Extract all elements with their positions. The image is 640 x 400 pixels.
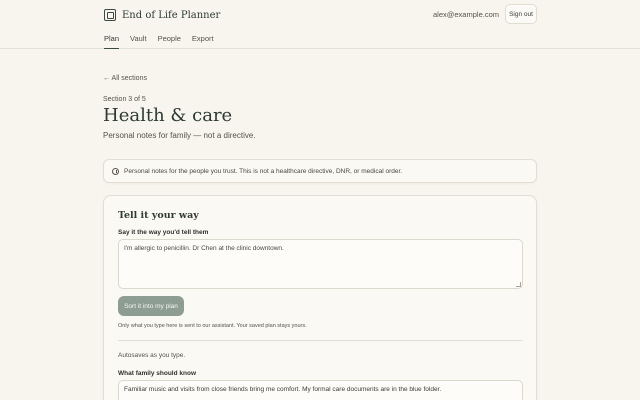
tab-vault[interactable]: Vault (130, 34, 147, 49)
section-progress: Section 3 of 5 (103, 96, 146, 103)
brand[interactable]: End of Life Planner (104, 7, 220, 23)
tab-plan[interactable]: Plan (104, 34, 120, 49)
family-should-know-label: What family should know (118, 370, 197, 377)
disclaimer-notice: Personal notes for the people you trust.… (103, 159, 537, 183)
page-subtitle: Personal notes for family — not a direct… (103, 131, 256, 140)
divider (118, 340, 523, 341)
resize-handle[interactable] (516, 282, 521, 287)
card-title: Tell it your way (118, 210, 199, 221)
notice-text: Personal notes for the people you trust.… (124, 167, 403, 175)
planner-logo-icon (104, 9, 116, 21)
tab-people[interactable]: People (158, 34, 181, 49)
sort-into-plan-button[interactable]: Sort it into my plan (118, 296, 184, 316)
account-email: alex@example.com (433, 10, 499, 19)
say-it-textarea[interactable]: I'm allergic to penicillin. Dr Chen at t… (118, 239, 523, 289)
top-bar: End of Life Planner alex@example.com Sig… (0, 0, 640, 49)
tab-export[interactable]: Export (192, 34, 214, 49)
say-it-label: Say it the way you'd tell them (118, 229, 209, 236)
all-sections-link[interactable]: ← All sections (103, 75, 147, 82)
info-icon (112, 167, 119, 175)
autosave-status: Autosaves as you type. (118, 352, 186, 359)
privacy-note: Only what you type here is sent to our a… (118, 323, 307, 329)
main-nav: Plan Vault People Export (104, 34, 225, 49)
family-should-know-field[interactable]: Familiar music and visits from close fri… (118, 380, 523, 400)
sign-out-button[interactable]: Sign out (505, 4, 537, 24)
app-title: End of Life Planner (122, 9, 221, 21)
page-title: Health & care (103, 105, 233, 126)
tell-it-card: Tell it your way Say it the way you'd te… (103, 195, 537, 400)
